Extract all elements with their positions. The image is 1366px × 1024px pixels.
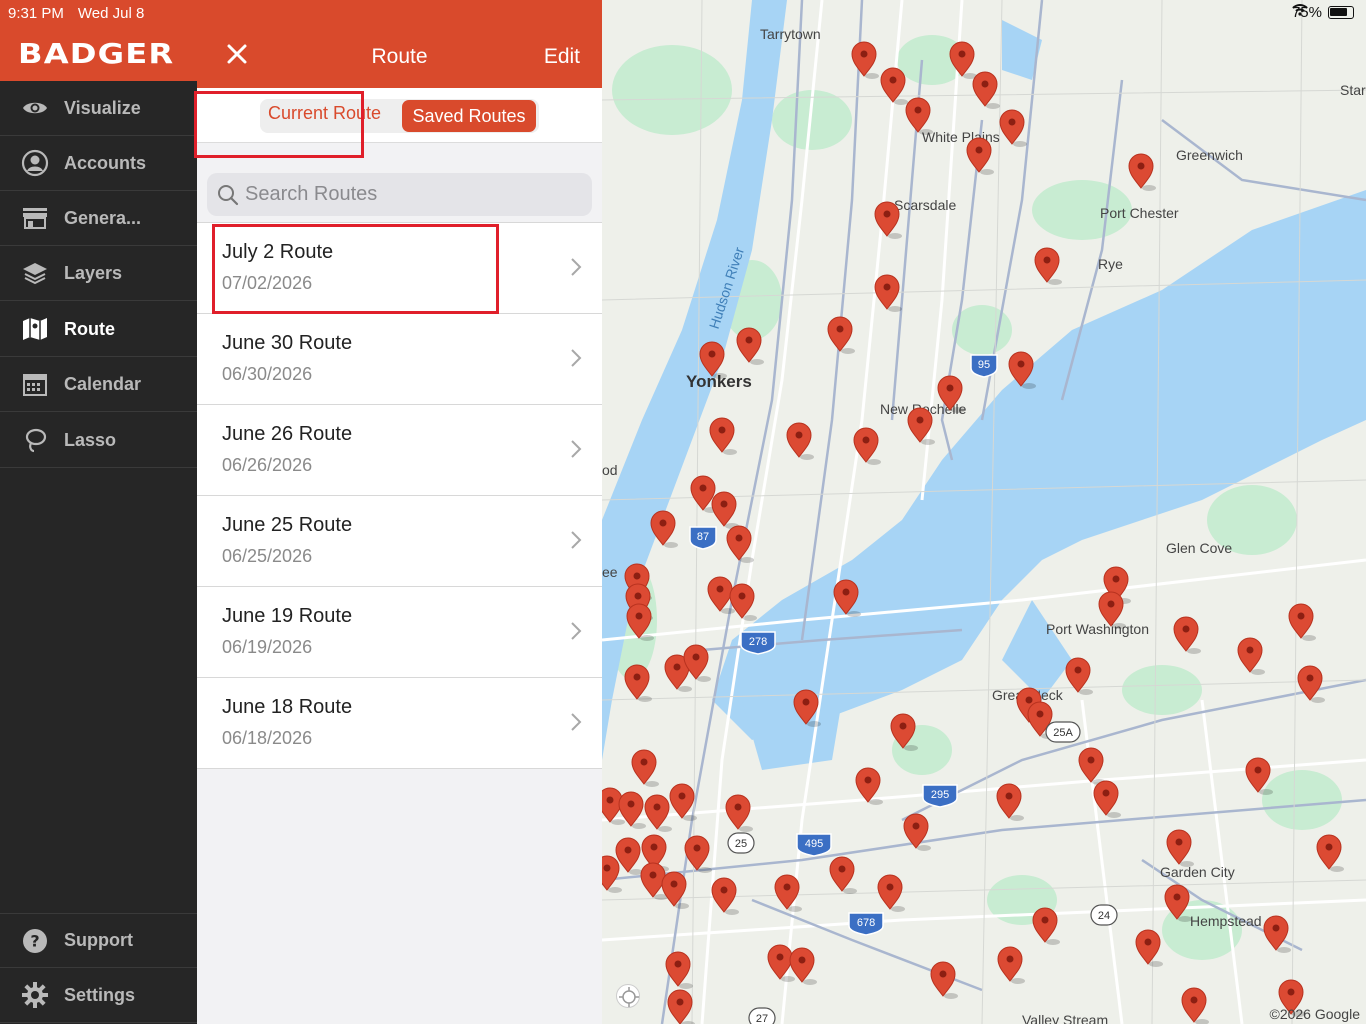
map-copyright: ©2026 Google [1269,1006,1361,1022]
sidebar-item-visualize[interactable]: Visualize [0,81,197,136]
calendar-icon [20,369,50,399]
map-label: Port Washington [1046,621,1149,637]
map-label: New Rochelle [880,401,967,417]
chevron-right-icon [571,713,582,731]
app-logo: BADGER [18,37,175,70]
battery-level [1330,8,1347,16]
wifi-icon [1292,4,1308,16]
route-row[interactable]: June 30 Route 06/30/2026 [197,314,602,405]
sidebar-item-accounts[interactable]: Accounts [0,136,197,191]
tab-saved-routes[interactable]: Saved Routes [402,100,536,132]
status-bar: 9:31 PM Wed Jul 8 [0,0,197,26]
sidebar-item-label: Lasso [64,429,117,450]
map-icon [20,314,50,344]
lasso-icon [20,425,50,455]
sidebar: 9:31 PM Wed Jul 8 BADGER Visualize Accou… [0,0,197,1024]
status-date: Wed Jul 8 [77,4,145,22]
locate-icon [619,987,639,1007]
gear-icon [20,980,50,1010]
sidebar-item-route[interactable]: Route [0,302,197,357]
chevron-right-icon [571,349,582,367]
search-bar [207,173,592,216]
store-icon [20,203,50,233]
route-row[interactable]: June 25 Route 06/25/2026 [197,496,602,587]
sidebar-item-label: Settings [64,984,136,1005]
status-time: 9:31 PM [8,4,64,22]
map-view[interactable]: Tarrytown White Plains Greenwich Port Ch… [602,0,1366,1024]
route-date: 06/26/2026 [222,455,313,475]
route-name: June 26 Route [222,423,353,445]
sidebar-item-support[interactable]: ? Support [0,913,197,968]
route-date: 06/18/2026 [222,728,313,748]
edit-button[interactable]: Edit [544,45,580,69]
help-icon: ? [20,926,50,956]
sidebar-item-label: Genera... [64,207,142,228]
layers-icon [20,258,50,288]
map-label: Star [1340,82,1366,98]
map-canvas [602,0,1366,1024]
sidebar-item-label: Route [64,318,115,339]
map-label: Hempstead [1190,913,1262,929]
route-name: June 30 Route [222,332,353,354]
chevron-right-icon [571,440,582,458]
route-name: June 18 Route [222,696,353,718]
highlight-box-saved-routes [194,91,364,158]
route-row[interactable]: June 26 Route 06/26/2026 [197,405,602,496]
sidebar-item-label: Support [64,930,133,950]
panel-title: Route [371,45,428,68]
search-input[interactable] [245,173,585,216]
map-label: ee [602,564,618,580]
map-label: Garden City [1160,864,1235,880]
route-name: June 19 Route [222,605,353,627]
route-date: 06/30/2026 [222,364,313,384]
map-label: Valley Stream [1022,1012,1109,1024]
svg-text:?: ? [30,931,39,950]
map-label: Port Chester [1100,205,1179,221]
chevron-right-icon [571,531,582,549]
map-label: Glen Cove [1166,540,1233,556]
map-label: Scarsdale [894,197,957,213]
panel-header: Route Edit [197,0,602,88]
route-row[interactable]: June 19 Route 06/19/2026 [197,587,602,678]
sidebar-item-settings[interactable]: Settings [0,968,197,1023]
search-icon [218,185,239,206]
sidebar-item-lasso[interactable]: Lasso [0,413,197,468]
route-row[interactable]: June 18 Route 06/18/2026 [197,678,602,769]
sidebar-item-label: Visualize [64,97,141,118]
status-bar-right: 75% [1292,4,1354,21]
map-label: od [602,462,618,478]
route-name: June 25 Route [222,514,353,536]
chevron-right-icon [571,258,582,276]
battery-icon [1328,6,1354,19]
sidebar-item-label: Calendar [64,373,142,394]
sidebar-item-general[interactable]: Genera... [0,191,197,246]
eye-icon [20,93,50,123]
map-label: Rye [1098,256,1123,272]
route-date: 06/19/2026 [222,637,313,657]
map-label: Tarrytown [760,26,821,42]
map-label: Greenwich [1176,147,1243,163]
map-label: Yonkers [686,372,752,391]
locate-button[interactable] [616,984,640,1008]
sidebar-item-calendar[interactable]: Calendar [0,357,197,412]
highlight-box-first-route [212,224,499,314]
chevron-right-icon [571,622,582,640]
map-label: White Plains [922,129,1000,145]
map-label: Great Neck [992,687,1063,703]
sidebar-item-label: Layers [64,262,123,283]
logo-bar: BADGER [0,26,197,81]
sidebar-item-label: Accounts [64,152,147,173]
sidebar-item-layers[interactable]: Layers [0,246,197,301]
route-date: 06/25/2026 [222,546,313,566]
person-icon [20,148,50,178]
